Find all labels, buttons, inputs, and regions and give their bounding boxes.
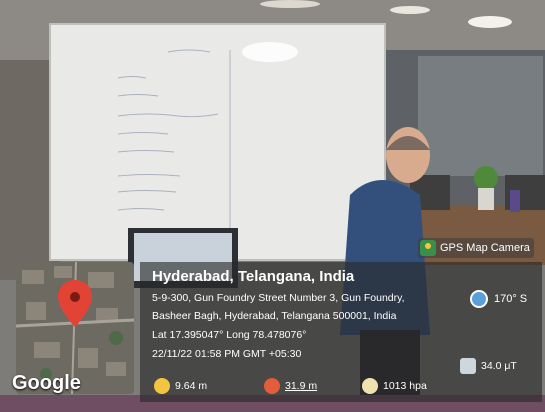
brand-label: GPS Map Camera [440, 242, 530, 254]
magnet-icon [460, 358, 476, 374]
thermometer-icon [264, 378, 280, 394]
altitude-icon [154, 378, 170, 394]
gps-map-camera-icon [420, 240, 436, 256]
altitude-reading: 9.64 m [154, 378, 207, 394]
magnetic-value: 34.0 μT [481, 360, 517, 372]
compass-value: 170° S [494, 293, 528, 305]
pressure-value: 1013 hpa [383, 380, 427, 392]
location-title: Hyderabad, Telangana, India [152, 268, 355, 285]
magnetic-reading: 34.0 μT [460, 358, 517, 374]
temperature-value: 31.9 m [285, 380, 318, 392]
address-line-2: Basheer Bagh, Hyderabad, Telangana 50000… [152, 310, 397, 322]
gps-map-camera-badge: GPS Map Camera [418, 238, 534, 258]
location-info-panel: Hyderabad, Telangana, India 5-9-300, Gun… [140, 262, 542, 402]
address-line-1: 5-9-300, Gun Foundry Street Number 3, Gu… [152, 292, 405, 304]
compass-reading: 170° S [470, 290, 527, 308]
pressure-reading: 1013 hpa [362, 378, 427, 394]
google-attribution: Google [12, 372, 81, 394]
temperature-reading: 31.9 m [264, 378, 317, 394]
pressure-gauge-icon [362, 378, 378, 394]
lat-long: Lat 17.395047° Long 78.478076° [152, 329, 307, 341]
altitude-value: 9.64 m [175, 380, 208, 392]
compass-icon [470, 290, 488, 308]
date-time: 22/11/22 01:58 PM GMT +05:30 [152, 348, 302, 360]
